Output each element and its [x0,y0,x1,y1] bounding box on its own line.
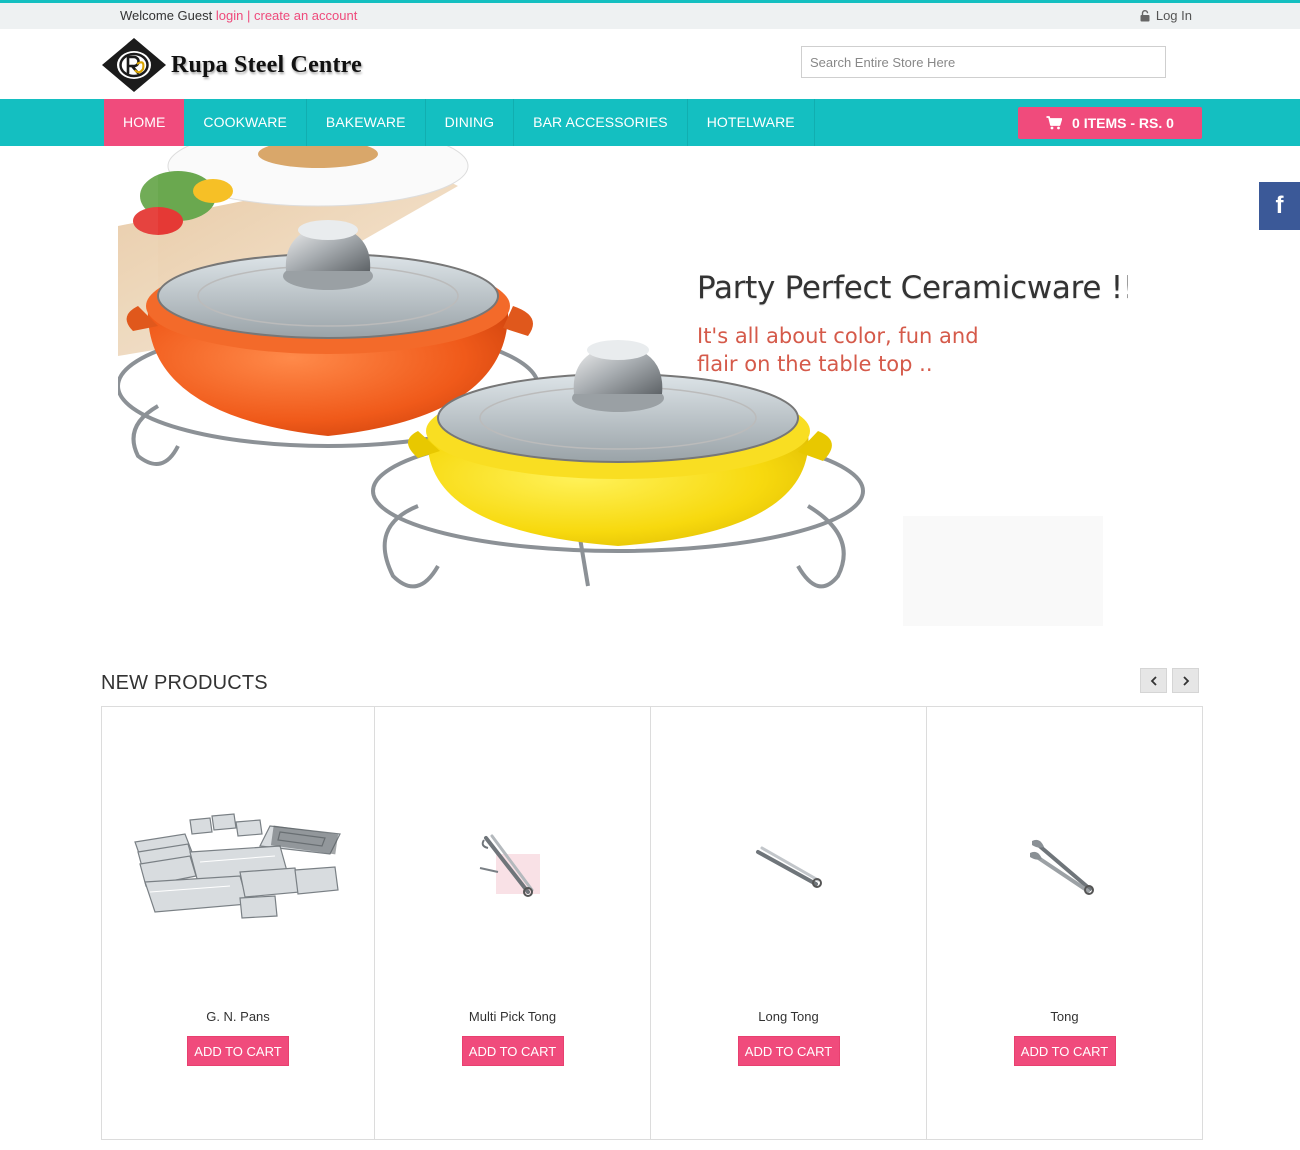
product-grid: G. N. Pans ADD TO CART Multi Pick Tong A… [101,706,1203,1140]
product-card[interactable]: Tong ADD TO CART [927,707,1202,1139]
cart-button[interactable]: 0 ITEMS - RS. 0 [1018,107,1202,139]
welcome-text: Welcome Guest [120,8,213,23]
search-input[interactable] [801,46,1166,78]
product-name[interactable]: G. N. Pans [102,1009,374,1024]
facebook-tab[interactable]: f [1259,182,1300,230]
nav-item-bar-accessories[interactable]: BAR ACCESSORIES [514,99,688,146]
lock-icon [1140,9,1150,21]
tong-image [1029,839,1094,895]
cart-summary: 0 ITEMS - RS. 0 [1072,115,1174,131]
add-to-cart-button[interactable]: ADD TO CART [737,1036,840,1066]
chevron-right-icon [1182,675,1189,686]
create-account-link[interactable]: create an account [254,8,357,23]
section-title-new-products: NEW PRODUCTS [101,672,268,694]
product-image-long-tong[interactable] [651,797,926,937]
site-logo[interactable]: Rupa Steel Centre [101,37,362,93]
product-card[interactable]: Long Tong ADD TO CART [651,707,927,1139]
nav-item-bakeware[interactable]: BAKEWARE [307,99,426,146]
carousel-next-button[interactable] [1172,668,1199,693]
nav-item-hotelware[interactable]: HOTELWARE [688,99,815,146]
product-image-multi-pick-tong[interactable] [375,797,650,937]
banner-headline: Party Perfect Ceramicware !! [697,270,1128,306]
product-image-tong[interactable] [927,797,1202,937]
nav-item-home[interactable]: HOME [104,99,185,146]
chevron-left-icon [1150,675,1157,686]
product-card[interactable]: G. N. Pans ADD TO CART [102,707,375,1139]
add-to-cart-button[interactable]: ADD TO CART [187,1036,289,1066]
login-label: Log In [1155,8,1192,23]
product-name[interactable]: Long Tong [651,1009,926,1024]
login-link[interactable]: login [216,8,243,23]
long-tong-image [755,846,822,888]
gn-pans-image [134,813,341,919]
multi-pick-tong-image [479,834,540,897]
separator: | [246,8,251,23]
banner-subline: It's all about color, fun and flair on t… [697,324,979,376]
product-image-gn-pans[interactable] [102,797,374,937]
login-button[interactable]: Log In [1140,8,1192,23]
carousel-prev-button[interactable] [1140,668,1167,693]
nav-list: HOME COOKWARE BAKEWARE DINING BAR ACCESS… [104,99,815,146]
product-name[interactable]: Tong [927,1009,1202,1024]
facebook-icon: f [1275,192,1284,219]
welcome-message: Welcome Guest login | create an account [120,8,357,23]
logo-text: Rupa Steel Centre [171,51,362,78]
add-to-cart-button[interactable]: ADD TO CART [461,1036,564,1066]
logo-mark [102,38,166,92]
shopping-cart-icon [1046,116,1063,130]
product-card[interactable]: Multi Pick Tong ADD TO CART [375,707,651,1139]
hero-banner[interactable]: Party Perfect Ceramicware !! It's all ab… [118,146,1128,626]
top-bar: Welcome Guest login | create an account … [0,0,1300,29]
nav-item-dining[interactable]: DINING [426,99,515,146]
product-name[interactable]: Multi Pick Tong [375,1009,650,1024]
banner-image [118,146,1103,626]
add-to-cart-button[interactable]: ADD TO CART [1013,1036,1116,1066]
main-navigation: HOME COOKWARE BAKEWARE DINING BAR ACCESS… [0,99,1300,146]
nav-item-cookware[interactable]: COOKWARE [184,99,307,146]
